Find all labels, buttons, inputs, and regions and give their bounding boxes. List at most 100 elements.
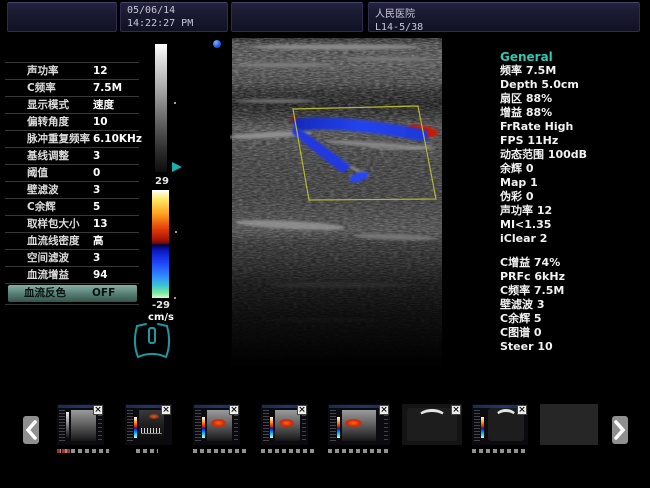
baseline-marker-dot <box>175 231 177 233</box>
param-row[interactable]: 显示模式 速度 <box>5 97 139 114</box>
info-line: Depth 5.0cm <box>500 78 648 92</box>
param-row[interactable]: 阈值 0 <box>5 165 139 182</box>
param-row[interactable]: 脉冲重复频率6.10KHz <box>5 131 139 148</box>
param-value: 6.10KHz <box>93 131 142 147</box>
param-label: 基线调整 <box>27 148 69 164</box>
param-row[interactable]: 血流增益 94 <box>5 267 139 284</box>
param-value: 3 <box>93 148 100 164</box>
section-title: General <box>500 50 648 64</box>
datetime-display: 05/06/14 14:22:27 PM <box>120 2 228 32</box>
thumb-measurement-text <box>472 449 526 453</box>
thumb-measurement-text <box>136 449 158 453</box>
info-line: FrRate High <box>500 120 648 134</box>
chevron-right-icon <box>614 420 626 440</box>
param-label: C频率 <box>27 80 56 96</box>
thumbnail-3[interactable]: × <box>193 404 240 445</box>
info-line: 扇区 88% <box>500 92 648 106</box>
thumb-side-text <box>127 410 133 442</box>
thumbnail-close-button[interactable]: × <box>517 405 527 415</box>
param-value: 5 <box>93 199 100 215</box>
param-value: 13 <box>93 216 108 232</box>
date-text: 05/06/14 <box>121 3 227 16</box>
thumbnail-next-button[interactable] <box>612 416 628 444</box>
thumbnail-close-button[interactable]: × <box>379 405 389 415</box>
info-line: iClear 2 <box>500 232 648 246</box>
thumbnail-close-button[interactable]: × <box>161 405 171 415</box>
info-line: C图谱 0 <box>500 326 648 340</box>
thumbnail-close-button[interactable]: × <box>93 405 103 415</box>
param-row[interactable]: 空间滤波3 <box>5 250 139 267</box>
param-row[interactable]: C频率 7.5M <box>5 80 139 97</box>
param-value: 速度 <box>93 97 114 113</box>
thumbnail-close-button[interactable]: × <box>297 405 307 415</box>
param-row[interactable]: 取样包大小 13 <box>5 216 139 233</box>
param-row[interactable]: 基线调整 3 <box>5 148 139 165</box>
thumbnail-4[interactable]: × <box>261 404 308 445</box>
param-row[interactable]: 血流线密度高 <box>5 233 139 250</box>
thumb-side-text <box>234 411 238 440</box>
grayscale-map-bar <box>155 44 167 172</box>
color-info-panel: C增益 74% PRFc 6kHz C频率 7.5M 壁滤波 3 C余辉 5 C… <box>500 256 648 354</box>
thumb-nearfield-arc <box>495 409 517 425</box>
info-line: 余辉 0 <box>500 162 648 176</box>
thumbnail-5[interactable]: × <box>328 404 390 445</box>
param-label: 阈值 <box>27 165 48 181</box>
hospital-probe-display: 人民医院 L14-5/38 <box>368 2 640 32</box>
ultrasound-app-screen: 05/06/14 14:22:27 PM 人民医院 L14-5/38 声功率12… <box>0 0 650 488</box>
param-label: 脉冲重复频率 <box>27 131 90 147</box>
thumbnail-7[interactable]: × <box>472 404 528 445</box>
param-row[interactable]: 壁滤波3 <box>5 182 139 199</box>
param-label: 血流反色 <box>24 285 66 302</box>
thumb-measurement-text <box>328 449 388 453</box>
hospital-name: 人民医院 <box>369 3 639 20</box>
param-row[interactable]: 偏转角度 10 <box>5 114 139 131</box>
param-value: 7.5M <box>93 80 122 96</box>
info-line: 伪彩 0 <box>500 190 648 204</box>
param-row[interactable]: C余辉5 <box>5 199 139 216</box>
param-row[interactable]: 声功率12 <box>5 63 139 80</box>
param-label: 取样包大小 <box>27 216 80 232</box>
thumbnail-close-button[interactable]: × <box>229 405 239 415</box>
thumb-colorbar <box>481 417 484 438</box>
parameter-panel: 声功率12 C频率 7.5M 显示模式 速度 偏转角度 10 脉冲重复频率6.10KH… <box>5 62 139 284</box>
thumbnail-6[interactable]: × <box>402 404 462 445</box>
thumb-colorbar <box>134 417 137 438</box>
thumb-color-flow <box>345 419 362 427</box>
param-value: 12 <box>93 63 108 79</box>
info-line: 壁滤波 3 <box>500 298 648 312</box>
param-row-active-flow-invert[interactable]: 血流反色 OFF <box>8 285 137 302</box>
info-line: 动态范围 100dB <box>500 148 648 162</box>
param-label: 壁滤波 <box>27 182 59 198</box>
info-line: C余辉 5 <box>500 312 648 326</box>
time-text: 14:22:27 PM <box>121 16 227 29</box>
chevron-left-icon <box>25 420 37 440</box>
thumb-measurement-text <box>261 449 315 453</box>
focus-position-marker-icon[interactable] <box>172 162 182 172</box>
body-marker-icon[interactable] <box>129 319 175 365</box>
param-value: 10 <box>93 114 108 130</box>
info-line: C增益 74% <box>500 256 648 270</box>
thumb-side-text <box>330 410 336 442</box>
thumbnail-close-button[interactable]: × <box>451 405 461 415</box>
thumbnail-1[interactable]: × <box>57 404 104 445</box>
param-label: 血流增益 <box>27 267 69 283</box>
doppler-velocity-color-bar <box>152 190 169 298</box>
thumb-colorbar <box>202 417 205 438</box>
thumb-side-text <box>195 410 201 442</box>
thumb-sector-image <box>407 408 457 441</box>
param-value: 0 <box>93 165 100 181</box>
info-line: FPS 11Hz <box>500 134 648 148</box>
param-value: 94 <box>93 267 108 283</box>
param-label: 显示模式 <box>27 97 69 113</box>
panel-divider <box>5 304 139 305</box>
info-line: MI<1.35 <box>500 218 648 232</box>
thumb-side-text <box>384 411 388 440</box>
thumbnail-2[interactable]: × <box>125 404 172 445</box>
param-label: 偏转角度 <box>27 114 69 130</box>
thumbnail-8-empty[interactable] <box>540 404 598 445</box>
param-label: 空间滤波 <box>27 250 69 266</box>
image-info-panel: General 频率 7.5M Depth 5.0cm 扇区 88% 增益 88… <box>500 50 648 246</box>
thumbnail-prev-button[interactable] <box>23 416 39 444</box>
thumb-side-text <box>302 411 306 440</box>
thumb-side-text <box>263 410 269 442</box>
